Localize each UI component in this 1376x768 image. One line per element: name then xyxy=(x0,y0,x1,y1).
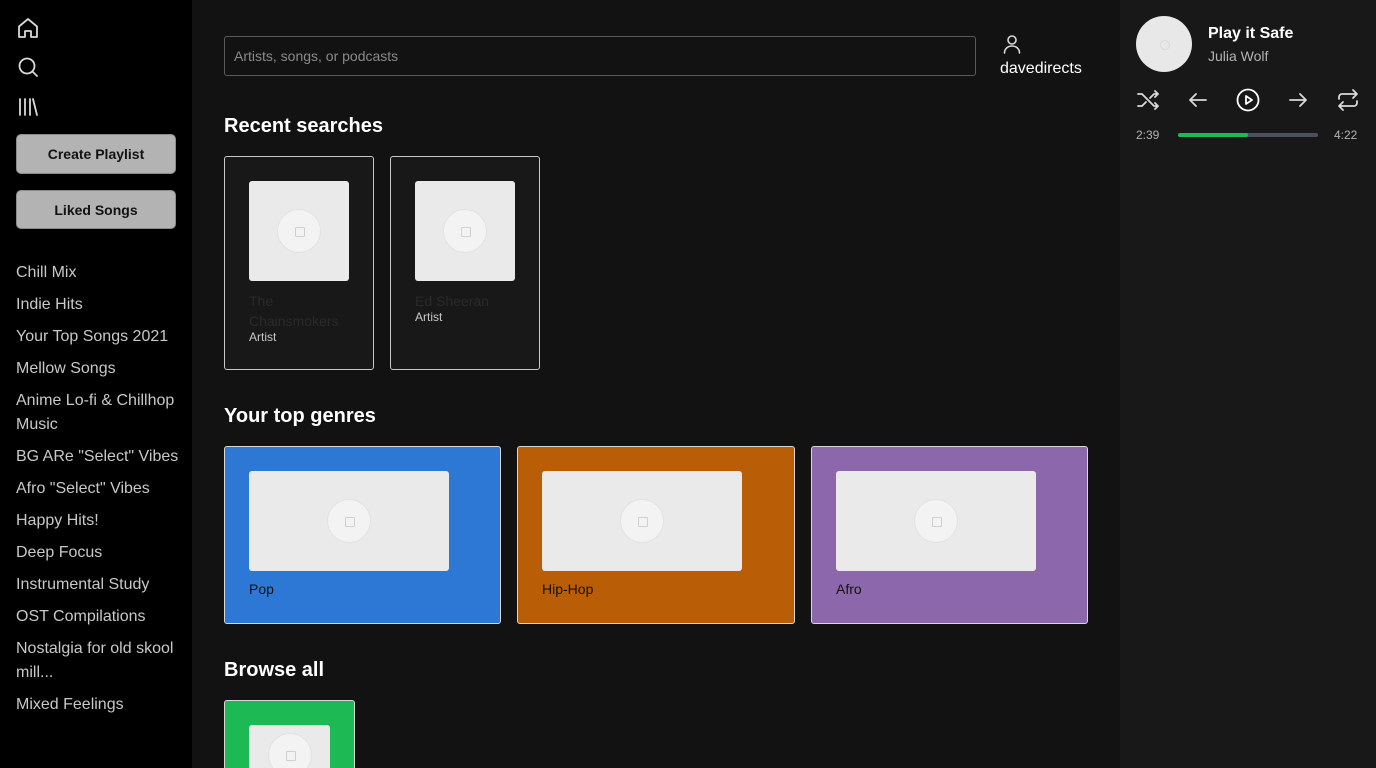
genre-card-pop[interactable]: Pop xyxy=(224,446,501,624)
genre-label: Hip-Hop xyxy=(542,581,594,597)
playlist-item[interactable]: Anime Lo-fi & Chillhop Music xyxy=(16,389,181,437)
browse-all-title: Browse all xyxy=(224,659,325,681)
elapsed-time: 2:39 xyxy=(1136,128,1160,142)
playlist-item[interactable]: Deep Focus xyxy=(16,541,181,565)
playlist-item[interactable]: Mellow Songs xyxy=(16,357,181,381)
user-menu[interactable]: davedirects xyxy=(1000,32,1100,80)
search-icon[interactable] xyxy=(16,55,40,79)
playlist-item[interactable]: Your Top Songs 2021 xyxy=(16,325,181,349)
genre-label: Afro xyxy=(836,581,862,597)
create-playlist-button[interactable]: Create Playlist xyxy=(16,134,176,174)
artist-image xyxy=(249,181,349,281)
previous-icon[interactable] xyxy=(1186,88,1210,112)
recent-search-type: Artist xyxy=(249,330,277,344)
track-title: Play it Safe xyxy=(1208,25,1294,42)
recent-search-card[interactable]: Ed Sheeran Artist xyxy=(390,156,540,370)
playlist-list: Chill Mix Indie Hits Your Top Songs 2021 Me… xyxy=(16,261,181,725)
username: davedirects xyxy=(1000,60,1082,77)
liked-songs-button[interactable]: Liked Songs xyxy=(16,190,176,229)
playlist-item[interactable]: BG ARe "Select" Vibes xyxy=(16,445,181,469)
track-artist[interactable]: Julia Wolf xyxy=(1208,48,1268,64)
app: Create Playlist Liked Songs Chill Mix Ind… xyxy=(0,0,1376,768)
artist-image xyxy=(415,181,515,281)
recent-search-type: Artist xyxy=(415,310,443,324)
browse-image xyxy=(249,725,330,768)
playlist-item[interactable]: Chill Mix xyxy=(16,261,181,285)
recent-search-name: Ed Sheeran xyxy=(415,293,489,309)
progress-fill xyxy=(1178,133,1248,137)
album-art xyxy=(1136,16,1192,72)
playlist-item[interactable]: Afro "Select" Vibes xyxy=(16,477,181,501)
progress-bar[interactable] xyxy=(1178,133,1318,137)
sidebar: Create Playlist Liked Songs Chill Mix Ind… xyxy=(0,0,192,768)
genre-card-afro[interactable]: Afro xyxy=(811,446,1088,624)
user-icon xyxy=(1003,35,1021,54)
main-content: davedirects Recent searches The Chainsmo… xyxy=(192,0,1120,768)
playlist-item[interactable]: Happy Hits! xyxy=(16,509,181,533)
next-icon[interactable] xyxy=(1286,88,1310,112)
playlist-item[interactable]: Nostalgia for old skool mill... xyxy=(16,637,181,685)
now-playing-panel: Play it Safe Julia Wolf 2:39 4:22 xyxy=(1120,0,1376,768)
playlist-item[interactable]: OST Compilations xyxy=(16,605,181,629)
shuffle-icon[interactable] xyxy=(1136,88,1160,112)
playlist-item[interactable]: Mixed Feelings xyxy=(16,693,181,717)
recent-search-card[interactable]: The Chainsmokers Artist xyxy=(224,156,374,370)
playlist-item[interactable]: Instrumental Study xyxy=(16,573,181,597)
genre-image xyxy=(249,471,449,571)
genre-label: Pop xyxy=(249,581,274,597)
recent-search-name: The Chainsmokers xyxy=(249,293,339,329)
repeat-icon[interactable] xyxy=(1336,88,1360,112)
play-icon[interactable] xyxy=(1236,88,1260,112)
search-input[interactable] xyxy=(224,36,976,76)
genre-image xyxy=(836,471,1036,571)
total-duration: 4:22 xyxy=(1334,128,1358,142)
playlist-item[interactable]: Indie Hits xyxy=(16,293,181,317)
recent-searches-title: Recent searches xyxy=(224,115,383,137)
browse-card[interactable] xyxy=(224,700,355,768)
top-genres-title: Your top genres xyxy=(224,405,376,427)
home-icon[interactable] xyxy=(16,16,40,40)
genre-image xyxy=(542,471,742,571)
genre-card-hip-hop[interactable]: Hip-Hop xyxy=(517,446,795,624)
library-icon[interactable] xyxy=(16,95,40,119)
